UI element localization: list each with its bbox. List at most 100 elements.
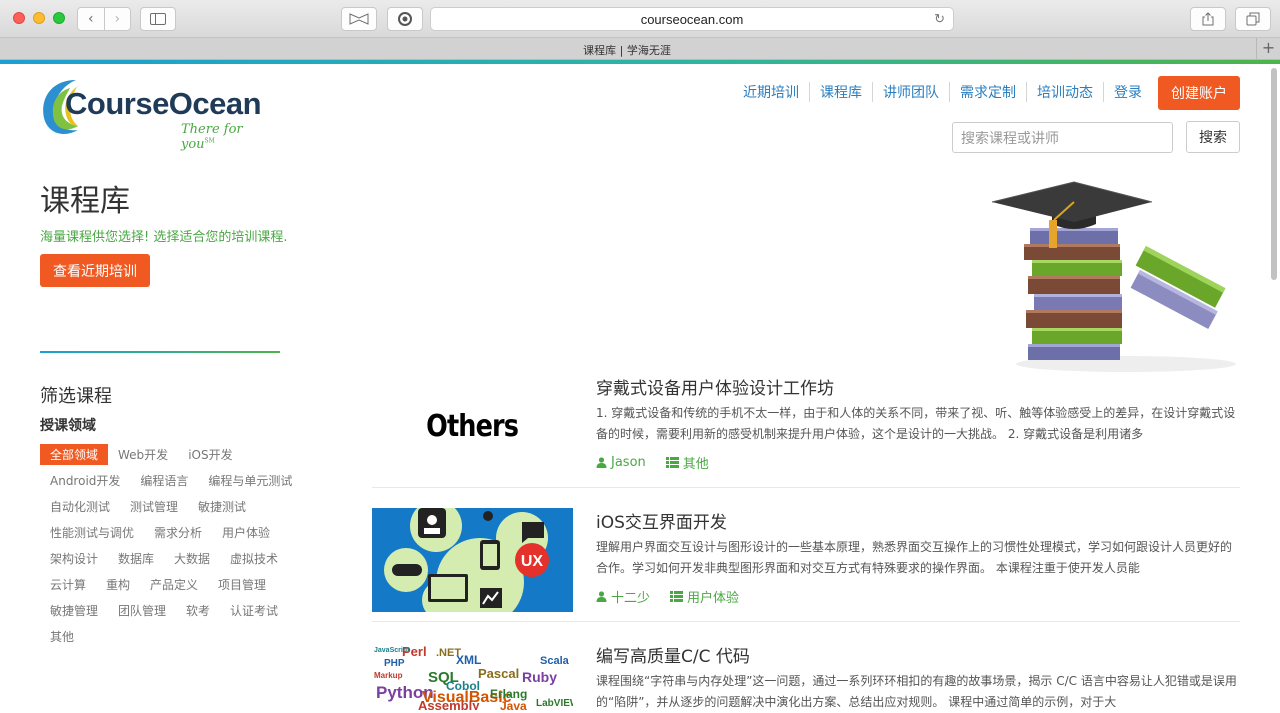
share-button[interactable] [1190, 7, 1226, 31]
word-cloud-word: PHP [384, 658, 405, 669]
teacher-link[interactable]: Jason [596, 453, 646, 472]
course-description: 课程围绕“字符串与内存处理”这一问题，通过一系列环环相扣的有趣的故事场景，揭示 … [596, 674, 1237, 709]
filter-tag[interactable]: 项目管理 [208, 574, 276, 595]
sidebar-toggle-button[interactable] [140, 7, 176, 31]
course-description: 理解用户界面交互设计与图形设计的一些基本原理，熟悉界面交互操作上的习惯性处理模式… [596, 540, 1233, 575]
filter-tag[interactable]: 全部领域 [40, 444, 109, 465]
logo-tagline: There for youSM [181, 122, 243, 152]
active-tab[interactable]: 课程库 | 学海无涯 [0, 42, 1254, 58]
filter-title: 筛选课程 [40, 386, 112, 407]
course-card[interactable]: UX iOS交互界面开发 理解用户界面交互设计与图形设计的一些基本原理，熟悉界面… [372, 508, 1240, 612]
word-cloud-word: Java [500, 699, 527, 710]
teacher-link[interactable]: 十二少 [596, 587, 650, 606]
filter-tag[interactable]: iOS开发 [178, 444, 242, 465]
privacy-button[interactable] [387, 7, 423, 31]
ux-illustration: UX [384, 508, 549, 612]
filter-tag[interactable]: 用户体验 [212, 522, 280, 543]
nav-link[interactable]: 讲师团队 [872, 82, 949, 102]
filter-tag[interactable]: 其他 [40, 626, 84, 647]
nav-link[interactable]: 登录 [1103, 82, 1152, 102]
brand-stripe [0, 60, 1280, 64]
word-cloud-word: Pascal [478, 666, 519, 681]
course-card[interactable]: Perl PHP SQL Python VisualBasic Cobol Pascal As… [372, 642, 1240, 710]
filter-tag[interactable]: 敏捷测试 [188, 496, 256, 517]
filter-tag[interactable]: 架构设计 [40, 548, 108, 569]
close-window-button[interactable] [13, 12, 25, 24]
user-icon [596, 457, 607, 468]
tabs-overview-button[interactable] [1235, 7, 1271, 31]
course-description: 1. 穿戴式设备和传统的手机不太一样，由于和人体的关系不同，带来了视、听、触等体… [596, 406, 1236, 441]
address-bar[interactable]: courseocean.com ↻ [430, 7, 954, 31]
filter-tag[interactable]: 团队管理 [108, 600, 176, 621]
word-cloud-word: LabVIEW [536, 698, 573, 709]
category-link[interactable]: 其他 [665, 453, 709, 472]
user-icon [596, 591, 607, 602]
reload-icon[interactable]: ↻ [934, 11, 945, 27]
nav-link[interactable]: 近期培训 [733, 82, 809, 102]
nav-link[interactable]: 需求定制 [949, 82, 1026, 102]
filter-tag[interactable]: 认证考试 [220, 600, 288, 621]
filter-tag[interactable]: 编程语言 [130, 470, 198, 491]
create-account-button[interactable]: 创建账户 [1158, 76, 1240, 110]
course-thumbnail[interactable]: UX [372, 508, 573, 612]
word-cloud-word: JavaScript [374, 647, 410, 654]
course-separator [372, 621, 1240, 622]
filter-tag[interactable]: Web开发 [108, 444, 178, 465]
books-graduation-cap-illustration [991, 181, 1236, 372]
filter-tag[interactable]: 软考 [176, 600, 220, 621]
course-thumbnail[interactable]: Others [372, 374, 573, 478]
filter-tag[interactable]: Android开发 [40, 470, 130, 491]
course-card[interactable]: Others 穿戴式设备用户体验设计工作坊 1. 穿戴式设备和传统的手机不太一样… [372, 374, 1240, 478]
course-title[interactable]: iOS交互界面开发 [596, 508, 727, 533]
word-cloud-word: .NET [436, 647, 461, 659]
list-icon [665, 457, 679, 468]
view-recent-training-button[interactable]: 查看近期培训 [40, 254, 150, 287]
course-separator [372, 487, 1240, 488]
nav-link[interactable]: 培训动态 [1026, 82, 1103, 102]
back-button[interactable]: ‹ [78, 8, 104, 30]
search-input[interactable]: 搜索课程或讲师 [952, 122, 1173, 153]
filter-tag[interactable]: 虚拟技术 [220, 548, 288, 569]
sidebar-icon [150, 13, 166, 25]
logo[interactable]: CourseOcean There for youSM [40, 74, 280, 152]
filter-tag[interactable]: 性能测试与调优 [40, 522, 144, 543]
url-text: courseocean.com [640, 11, 744, 27]
thumbnail-text: UX [521, 553, 544, 570]
browser-toolbar: ‹ › courseocean.com ↻ [0, 0, 1280, 38]
word-cloud-illustration: PerlPHPSQLPythonVisualBasicCobolPascalAs… [374, 644, 573, 710]
nav-link[interactable]: 课程库 [809, 82, 872, 102]
filter-tag[interactable]: 测试管理 [120, 496, 188, 517]
forward-button[interactable]: › [103, 8, 131, 30]
filter-tag[interactable]: 重构 [96, 574, 140, 595]
word-cloud-word: Scala [540, 655, 570, 667]
scrollbar[interactable] [1271, 68, 1277, 280]
course-title[interactable]: 编写高质量C/C 代码 [596, 642, 750, 667]
course-title[interactable]: 穿戴式设备用户体验设计工作坊 [596, 374, 834, 399]
word-cloud-word: Ruby [522, 669, 557, 685]
category-link[interactable]: 用户体验 [670, 587, 739, 606]
shield-icon [398, 12, 412, 26]
course-thumbnail[interactable]: Perl PHP SQL Python VisualBasic Cobol Pascal As… [372, 642, 573, 710]
new-tab-button[interactable]: + [1256, 38, 1280, 60]
section-divider [40, 351, 280, 353]
filter-tag[interactable]: 大数据 [164, 548, 220, 569]
top-navigation: 近期培训 课程库 讲师团队 需求定制 培训动态 登录 [733, 82, 1152, 102]
filter-tag[interactable]: 敏捷管理 [40, 600, 108, 621]
tabs-icon [1246, 12, 1260, 26]
filter-tag[interactable]: 需求分析 [144, 522, 212, 543]
word-cloud-word: Assembly [418, 698, 480, 710]
search-button[interactable]: 搜索 [1186, 121, 1240, 153]
filter-tag[interactable]: 数据库 [108, 548, 164, 569]
filter-tag[interactable]: 云计算 [40, 574, 96, 595]
page-title: 课程库 [40, 184, 130, 219]
reader-button[interactable] [341, 7, 377, 31]
minimize-window-button[interactable] [33, 12, 45, 24]
filter-tag[interactable]: 自动化测试 [40, 496, 120, 517]
list-icon [670, 591, 684, 602]
filter-tag[interactable]: 编程与单元测试 [198, 470, 302, 491]
page-subtitle: 海量课程供您选择! 选择适合您的培训课程. [40, 230, 288, 245]
zoom-window-button[interactable] [53, 12, 65, 24]
filter-tag[interactable]: 产品定义 [140, 574, 208, 595]
word-cloud-word: Markup [374, 671, 403, 680]
bow-tie-icon [349, 13, 369, 25]
